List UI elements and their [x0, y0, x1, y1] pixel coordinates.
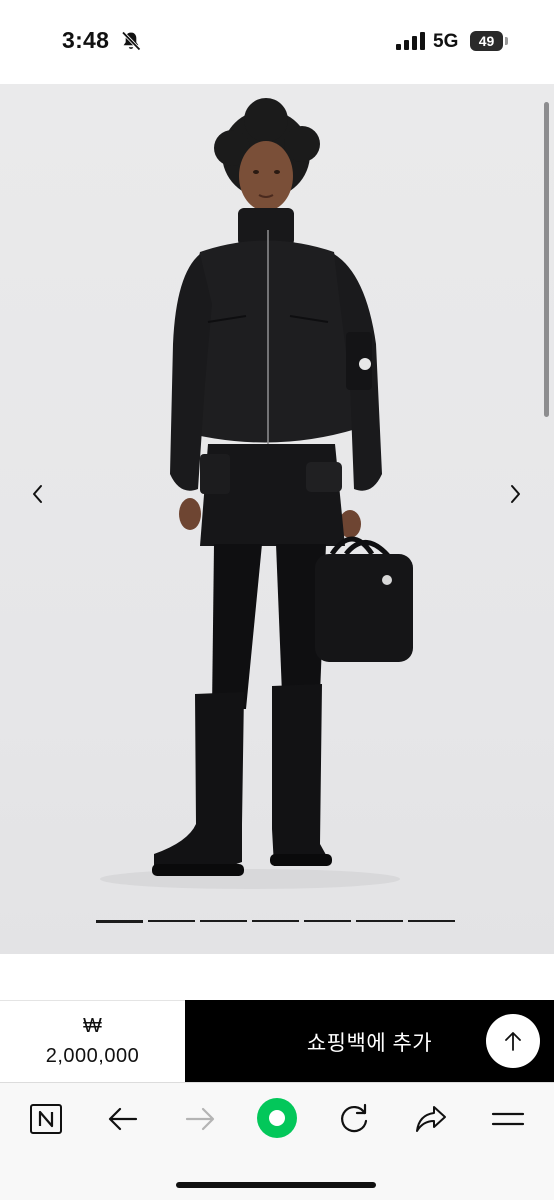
price-currency: ₩: [83, 1015, 102, 1037]
content-gap: [0, 954, 554, 1000]
price-value: 2,000,000: [45, 1045, 140, 1067]
product-photo: [100, 98, 413, 889]
pager-indicator-5[interactable]: [304, 920, 351, 922]
battery-icon: 49: [470, 31, 508, 51]
pager-indicator-3[interactable]: [200, 920, 247, 922]
pager-indicator-6[interactable]: [356, 920, 403, 922]
scroll-to-top-button[interactable]: [486, 1014, 540, 1068]
status-bar: 3:48 5G 49: [0, 0, 554, 84]
back-arrow-icon[interactable]: [105, 1101, 141, 1137]
pager-indicator-7[interactable]: [408, 920, 455, 922]
product-gallery[interactable]: [0, 84, 554, 954]
browser-toolbar: [0, 1082, 554, 1200]
network-type: 5G: [433, 31, 459, 52]
pager-indicator-1[interactable]: [96, 919, 143, 923]
price-box: ₩ 2,000,000: [0, 1000, 185, 1082]
status-time: 3:48: [62, 27, 110, 53]
home-indicator[interactable]: [176, 1182, 376, 1188]
menu-icon[interactable]: [490, 1101, 526, 1137]
bell-slash-icon: [121, 31, 141, 51]
signal-bars-icon: [396, 32, 425, 50]
green-dot-icon[interactable]: [255, 1096, 299, 1140]
arrow-up-icon: [505, 1032, 521, 1051]
gallery-pager: [96, 919, 455, 923]
pager-indicator-4[interactable]: [252, 920, 299, 922]
pager-indicator-2[interactable]: [148, 920, 195, 922]
share-icon[interactable]: [413, 1101, 449, 1137]
chevron-right-icon[interactable]: [503, 482, 527, 506]
purchase-bar: ₩ 2,000,000 쇼핑백에 추가: [0, 1000, 554, 1082]
gallery-scrollbar[interactable]: [544, 102, 549, 417]
chevron-left-icon[interactable]: [26, 482, 50, 506]
naver-home-icon[interactable]: [28, 1101, 64, 1137]
reload-icon[interactable]: [336, 1101, 372, 1137]
battery-level: 49: [478, 33, 495, 49]
forward-arrow-icon[interactable]: [182, 1101, 218, 1137]
